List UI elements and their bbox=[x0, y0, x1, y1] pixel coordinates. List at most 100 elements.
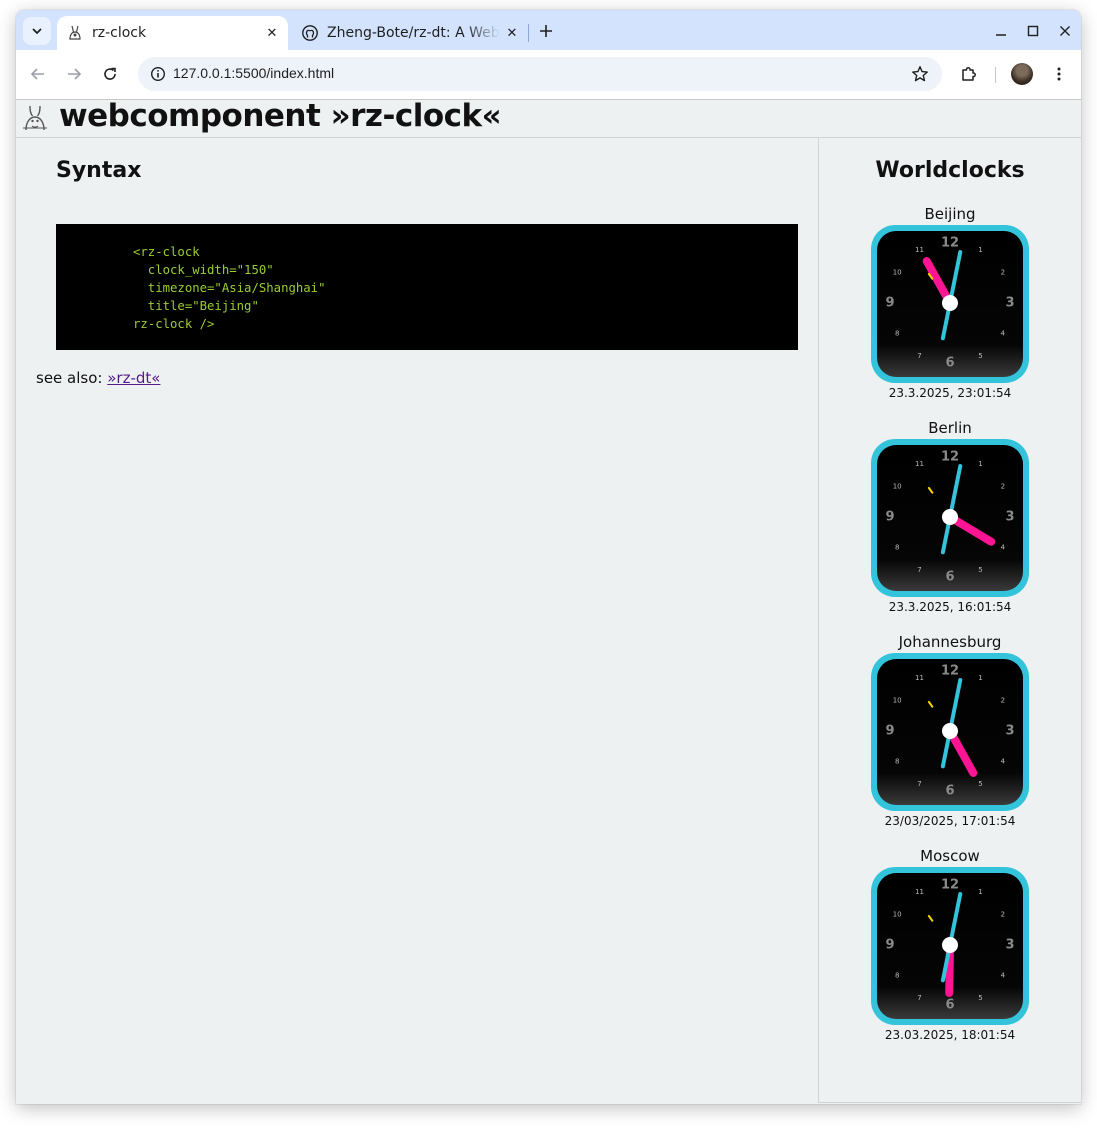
clock-numeral: 3 bbox=[1005, 510, 1014, 525]
info-icon[interactable] bbox=[146, 62, 170, 86]
clock-numeral: 7 bbox=[917, 566, 921, 574]
new-tab-button[interactable] bbox=[534, 19, 558, 43]
arrow-right-icon bbox=[68, 68, 82, 80]
clock-numeral: 8 bbox=[895, 544, 899, 552]
clock-card-moscow: Moscow 12 1 2 3 4 5 6 7 8 9 10 11 23.03.2025, 18:01… bbox=[819, 847, 1081, 1047]
clock-numeral: 6 bbox=[945, 784, 954, 799]
github-icon bbox=[302, 25, 318, 41]
clock-numeral: 3 bbox=[1005, 724, 1014, 739]
clock-center-pin bbox=[942, 295, 958, 311]
clock-datetime: 23.3.2025, 16:01:54 bbox=[888, 600, 1012, 614]
clock-numeral: 2 bbox=[1001, 911, 1005, 919]
clock-numeral: 10 bbox=[893, 697, 902, 705]
tab-separator bbox=[528, 24, 529, 42]
clock-card-johannesburg: Johannesburg 12 1 2 3 4 5 6 7 8 9 10 11 23/03/2025,… bbox=[819, 633, 1081, 833]
worldclocks-sidebar: Worldclocks Beijing 12 1 2 3 4 5 6 7 8 9 10 11 23.3… bbox=[818, 138, 1081, 1103]
clock-numeral: 5 bbox=[978, 994, 982, 1002]
clock-numeral: 1 bbox=[978, 460, 982, 468]
close-tab-icon[interactable]: ✕ bbox=[500, 21, 524, 45]
back-button[interactable] bbox=[25, 61, 51, 87]
tab-title: Zheng-Bote/rz-dt: A Web bbox=[327, 25, 500, 41]
url-text[interactable]: 127.0.0.1:5500/index.html bbox=[173, 65, 334, 81]
clock-numeral: 7 bbox=[917, 780, 921, 788]
clock-numeral: 11 bbox=[915, 888, 924, 896]
clock-numeral: 3 bbox=[1005, 296, 1014, 311]
clock-numeral: 10 bbox=[893, 911, 902, 919]
browser-toolbar: 127.0.0.1:5500/index.html bbox=[16, 50, 1081, 100]
clock-numeral: 11 bbox=[915, 674, 924, 682]
clock-numeral: 5 bbox=[978, 352, 982, 360]
clock-numeral: 7 bbox=[917, 352, 921, 360]
clock-numeral: 11 bbox=[915, 460, 924, 468]
clock-numeral: 9 bbox=[885, 296, 894, 311]
clock-numeral: 9 bbox=[885, 510, 894, 525]
arrow-left-icon bbox=[30, 68, 44, 80]
see-also: see also: »rz-dt« bbox=[36, 369, 160, 387]
clock-numeral: 8 bbox=[895, 330, 899, 338]
clock-numeral: 2 bbox=[1001, 483, 1005, 491]
plus-icon bbox=[540, 25, 552, 37]
clock-title: Beijing bbox=[924, 205, 976, 223]
tab-github-rz-dt[interactable]: Zheng-Bote/rz-dt: A Web ✕ bbox=[292, 16, 528, 50]
analog-clock: 12 1 2 3 4 5 6 7 8 9 10 11 bbox=[869, 651, 1031, 813]
web-page: webcomponent »rz-clock« Syntax <rz-clock… bbox=[16, 98, 1081, 1104]
reload-button[interactable] bbox=[97, 61, 123, 87]
rabbit-logo-icon bbox=[23, 105, 47, 131]
clock-numeral: 9 bbox=[885, 724, 894, 739]
reload-icon bbox=[104, 67, 116, 80]
clock-title: Johannesburg bbox=[898, 633, 1002, 651]
worldclocks-heading: Worldclocks bbox=[875, 158, 1025, 183]
chevron-down-icon bbox=[32, 28, 42, 34]
clock-numeral: 4 bbox=[1001, 758, 1006, 766]
clock-numeral: 12 bbox=[941, 664, 959, 679]
clock-numeral: 1 bbox=[978, 246, 982, 254]
code-snippet: <rz-clock clock_width="150" timezone="As… bbox=[133, 245, 326, 331]
clock-numeral: 6 bbox=[945, 998, 954, 1013]
clock-datetime: 23.03.2025, 18:01:54 bbox=[884, 1028, 1016, 1042]
minimize-icon bbox=[996, 34, 1006, 36]
clock-numeral: 2 bbox=[1001, 697, 1005, 705]
browser-window: rz-clock ✕ Zheng-Bote/rz-dt: A Web ✕ 127… bbox=[16, 10, 1081, 1104]
syntax-heading: Syntax bbox=[56, 158, 142, 183]
clock-center-pin bbox=[942, 723, 958, 739]
address-bar[interactable]: 127.0.0.1:5500/index.html bbox=[138, 57, 942, 91]
star-icon[interactable] bbox=[908, 62, 932, 86]
profile-avatar[interactable] bbox=[1011, 63, 1033, 85]
clock-numeral: 9 bbox=[885, 938, 894, 953]
puzzle-icon bbox=[962, 67, 976, 81]
tab-strip: rz-clock ✕ Zheng-Bote/rz-dt: A Web ✕ bbox=[16, 10, 1081, 50]
clock-center-pin bbox=[942, 937, 958, 953]
clock-numeral: 12 bbox=[941, 878, 959, 893]
rz-dt-link[interactable]: »rz-dt« bbox=[107, 369, 160, 387]
page-header: webcomponent »rz-clock« bbox=[16, 98, 1081, 138]
clock-datetime: 23.3.2025, 23:01:54 bbox=[888, 386, 1012, 400]
clock-numeral: 2 bbox=[1001, 269, 1005, 277]
clock-title: Berlin bbox=[928, 419, 972, 437]
toolbar-separator bbox=[995, 67, 996, 83]
code-block: <rz-clock clock_width="150" timezone="As… bbox=[56, 224, 798, 350]
clock-numeral: 4 bbox=[1001, 972, 1006, 980]
clock-numeral: 1 bbox=[978, 674, 982, 682]
clock-numeral: 3 bbox=[1005, 938, 1014, 953]
maximize-button[interactable] bbox=[1018, 18, 1048, 44]
tab-title: rz-clock bbox=[92, 25, 147, 41]
clock-numeral: 5 bbox=[978, 566, 982, 574]
close-tab-icon[interactable]: ✕ bbox=[260, 21, 284, 45]
main-content: Syntax <rz-clock clock_width="150" timez… bbox=[16, 138, 818, 1104]
rabbit-favicon-icon bbox=[67, 25, 83, 41]
close-window-button[interactable] bbox=[1050, 18, 1080, 44]
forward-button[interactable] bbox=[61, 61, 87, 87]
minimize-button[interactable] bbox=[986, 18, 1016, 44]
maximize-icon bbox=[1027, 25, 1039, 37]
extensions-button[interactable] bbox=[956, 61, 982, 87]
clock-numeral: 8 bbox=[895, 758, 899, 766]
clock-center-pin bbox=[942, 509, 958, 525]
clock-numeral: 5 bbox=[978, 780, 982, 788]
browser-menu-button[interactable] bbox=[1046, 61, 1072, 87]
tab-search-button[interactable] bbox=[23, 17, 51, 45]
clock-numeral: 7 bbox=[917, 994, 921, 1002]
analog-clock: 12 1 2 3 4 5 6 7 8 9 10 11 bbox=[869, 437, 1031, 599]
clock-numeral: 6 bbox=[945, 570, 954, 585]
tab-rz-clock[interactable]: rz-clock ✕ bbox=[57, 16, 288, 50]
page-title: webcomponent »rz-clock« bbox=[59, 98, 502, 134]
